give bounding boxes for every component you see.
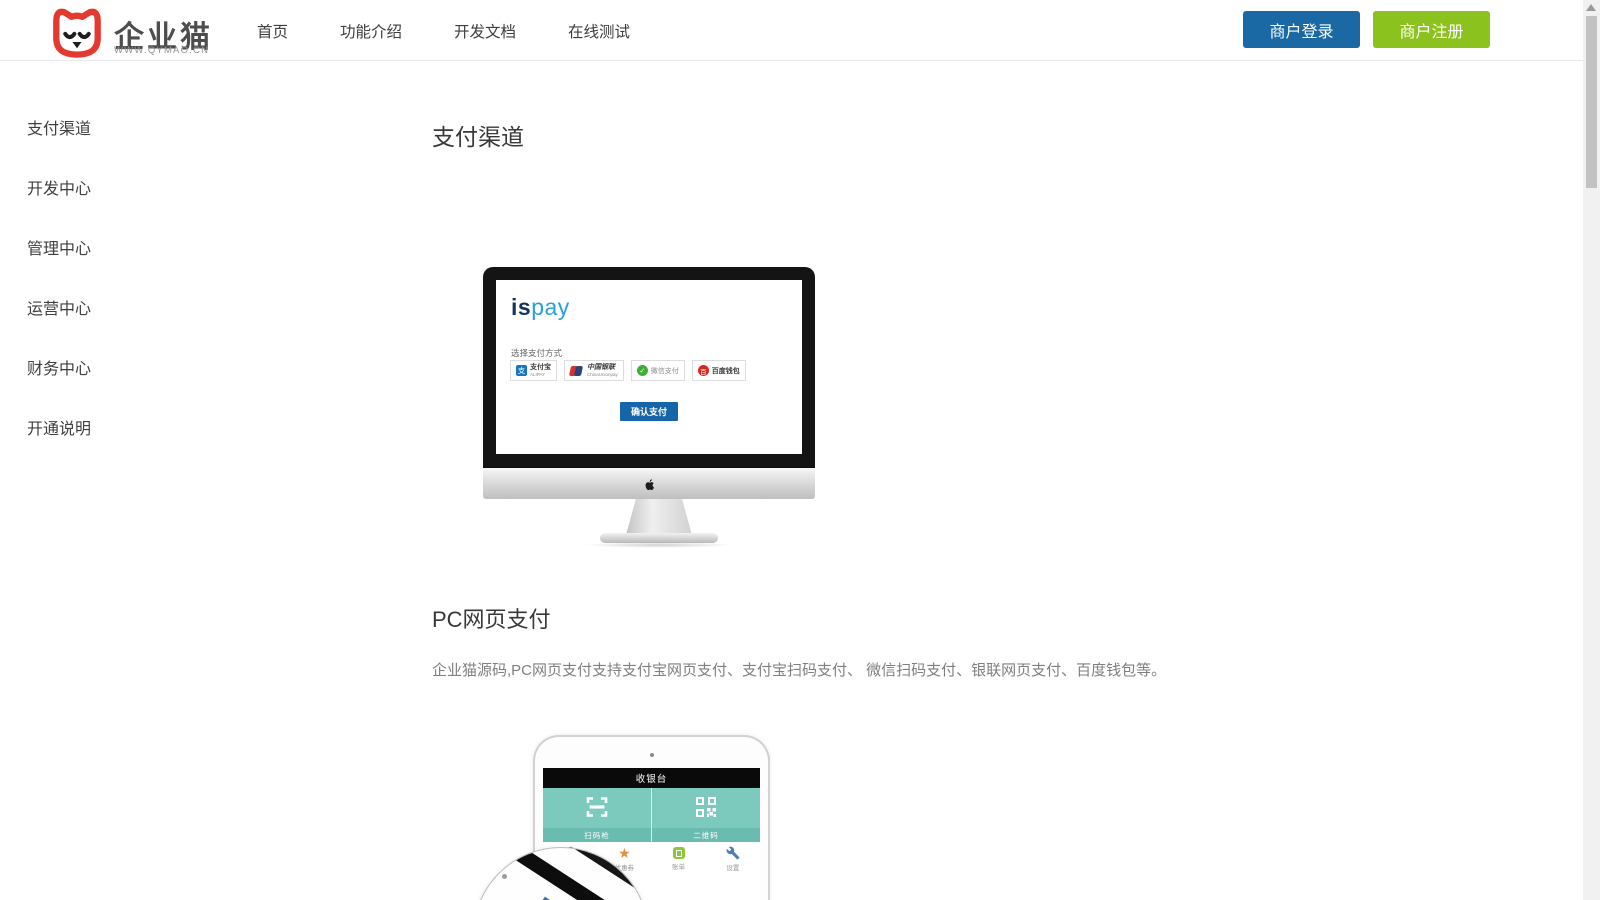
header-actions: 商户登录 商户注册 bbox=[1243, 11, 1490, 48]
payment-method-baidu: 百 百度钱包 bbox=[692, 360, 746, 381]
choose-payment-label: 选择支付方式 bbox=[511, 347, 562, 359]
imac-illustration: ispay 选择支付方式 支 支付宝 ALIPAY 中国银联 bbox=[483, 267, 815, 547]
qrcode-label: 二维码 bbox=[652, 828, 760, 842]
imac-chin bbox=[483, 467, 815, 499]
sidebar: 支付渠道 开发中心 管理中心 运营中心 财务中心 开通说明 bbox=[27, 97, 227, 457]
scanner-dot bbox=[502, 874, 507, 879]
main-nav: 首页 功能介绍 开发文档 在线测试 bbox=[257, 0, 630, 61]
nav-item-home[interactable]: 首页 bbox=[257, 20, 288, 42]
payment-method-wechat: ✓ 微信支付 bbox=[631, 360, 685, 381]
sidebar-item-activation-guide[interactable]: 开通说明 bbox=[27, 397, 227, 457]
unionpay-icon bbox=[570, 366, 584, 376]
nav-item-features[interactable]: 功能介绍 bbox=[340, 20, 402, 42]
toolbar-settings: 设置 bbox=[706, 842, 760, 876]
imac-shadow bbox=[583, 542, 735, 548]
payment-method-sub: ChinaUnionpay bbox=[587, 372, 618, 377]
merchant-login-button[interactable]: 商户登录 bbox=[1243, 11, 1360, 48]
page-title: 支付渠道 bbox=[432, 118, 524, 152]
bill-icon bbox=[673, 847, 685, 859]
ispay-logo-pay: pay bbox=[531, 294, 570, 320]
toolbar-label: 账单 bbox=[672, 861, 685, 871]
section-title: PC网页支付 bbox=[432, 602, 551, 634]
ispay-logo-is: is bbox=[511, 294, 531, 320]
brand-url: WWW.QYMAO.CN bbox=[114, 45, 209, 56]
scan-gun-panel: 扫码枪 bbox=[543, 788, 651, 842]
qrcode-panel: 二维码 bbox=[651, 788, 760, 842]
section-description: 企业猫源码,PC网页支付支持支付宝网页支付、支付宝扫码支付、 微信扫码支付、银联… bbox=[432, 659, 1166, 680]
wechat-pay-icon: ✓ bbox=[637, 365, 648, 376]
imac-bezel: ispay 选择支付方式 支 支付宝 ALIPAY 中国银联 bbox=[483, 267, 815, 467]
cat-logo-icon bbox=[48, 6, 106, 60]
qrcode-icon bbox=[694, 795, 718, 819]
scan-frame-icon bbox=[585, 795, 609, 819]
confirm-payment-button: 确认支付 bbox=[620, 402, 678, 421]
settings-wrench-icon bbox=[726, 846, 740, 860]
ispay-logo: ispay bbox=[511, 294, 570, 321]
payment-method-list: 支 支付宝 ALIPAY 中国银联 ChinaUnionpay bbox=[510, 360, 746, 381]
baidu-wallet-icon: 百 bbox=[698, 365, 709, 376]
payment-method-name: 微信支付 bbox=[651, 366, 679, 376]
brand-logo[interactable]: 企业猫 WWW.QYMAO.CN bbox=[48, 4, 248, 58]
page: 企业猫 WWW.QYMAO.CN 首页 功能介绍 开发文档 在线测试 商户登录 … bbox=[0, 0, 1600, 900]
page-scrollbar[interactable] bbox=[1583, 0, 1600, 900]
payment-method-unionpay: 中国银联 ChinaUnionpay bbox=[564, 360, 624, 381]
payment-method-name: 百度钱包 bbox=[712, 366, 740, 376]
cashier-titlebar: 收银台 bbox=[543, 768, 760, 788]
payment-method-name: 中国银联 bbox=[587, 364, 618, 372]
sidebar-item-operations-center[interactable]: 运营中心 bbox=[27, 277, 227, 337]
toolbar-label: 设置 bbox=[726, 862, 739, 872]
imac-screen: ispay 选择支付方式 支 支付宝 ALIPAY 中国银联 bbox=[496, 280, 802, 454]
top-navigation-bar: 企业猫 WWW.QYMAO.CN 首页 功能介绍 开发文档 在线测试 商户登录 … bbox=[0, 0, 1583, 61]
payment-method-sub: ALIPAY bbox=[530, 372, 551, 377]
sidebar-item-payment-channels[interactable]: 支付渠道 bbox=[27, 97, 227, 157]
merchant-register-button[interactable]: 商户注册 bbox=[1373, 11, 1490, 48]
alipay-icon: 支 bbox=[516, 365, 527, 376]
cashier-panels: 扫码枪 二维码 bbox=[543, 788, 760, 842]
sidebar-item-admin-center[interactable]: 管理中心 bbox=[27, 217, 227, 277]
scrollbar-up-icon[interactable] bbox=[1586, 4, 1596, 11]
scan-gun-label: 扫码枪 bbox=[543, 828, 651, 842]
nav-item-docs[interactable]: 开发文档 bbox=[454, 20, 516, 42]
nav-item-online-test[interactable]: 在线测试 bbox=[568, 20, 630, 42]
sidebar-item-finance-center[interactable]: 财务中心 bbox=[27, 337, 227, 397]
toolbar-bill: 账单 bbox=[652, 842, 706, 876]
scrollbar-thumb[interactable] bbox=[1586, 16, 1597, 188]
sidebar-item-dev-center[interactable]: 开发中心 bbox=[27, 157, 227, 217]
payment-method-name: 支付宝 bbox=[530, 364, 551, 372]
camera-dot bbox=[650, 753, 654, 757]
coupon-star-icon: ★ bbox=[618, 846, 631, 860]
imac-stand bbox=[626, 499, 692, 535]
payment-method-alipay: 支 支付宝 ALIPAY bbox=[510, 360, 557, 381]
apple-logo-icon bbox=[643, 477, 656, 492]
